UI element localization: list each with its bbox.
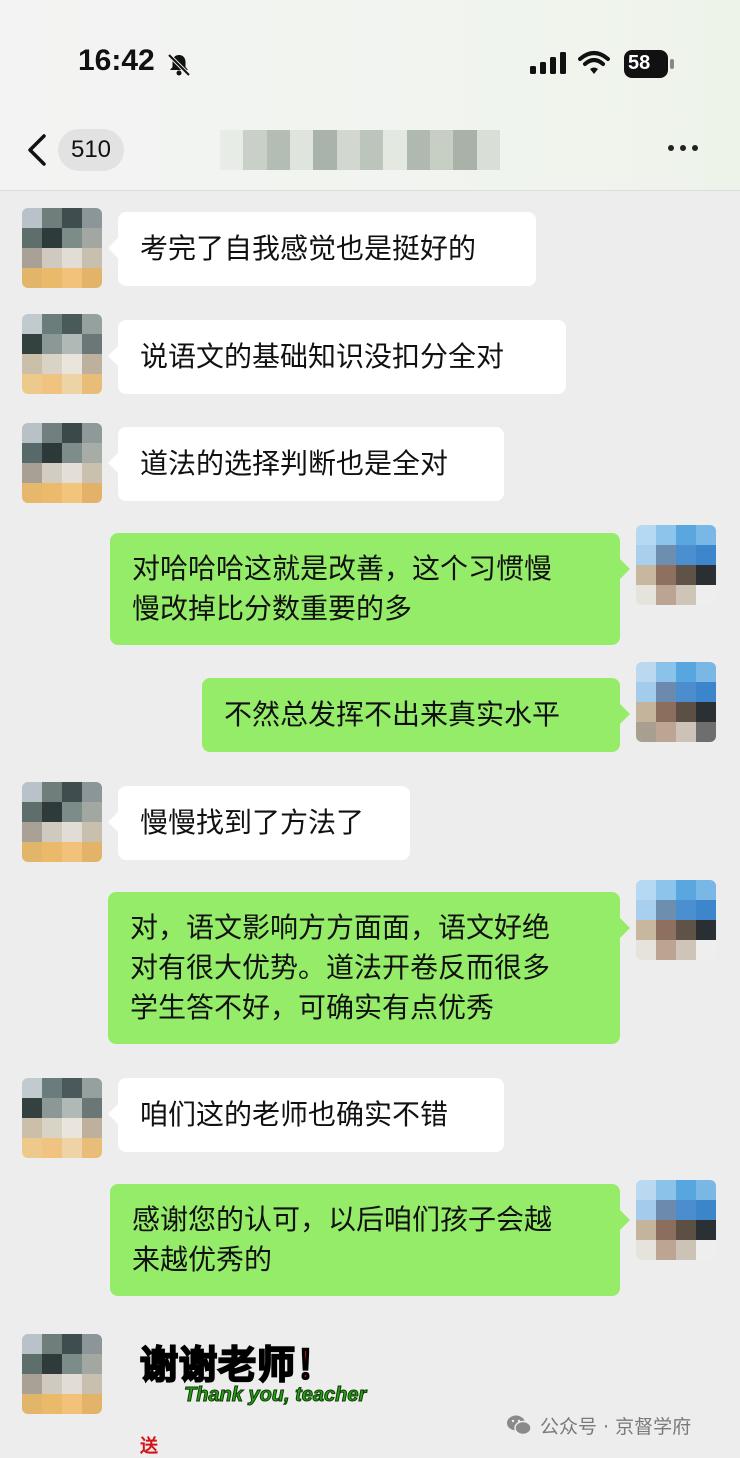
message-text: 对有很大优势。道法开卷反而很多 xyxy=(130,951,551,984)
chat-title-blurred xyxy=(220,130,500,170)
message-bubble-incoming[interactable]: 道法的选择判断也是全对 xyxy=(108,427,504,501)
message-bubble-incoming[interactable]: 说语文的基础知识没扣分全对 xyxy=(108,320,566,394)
sticker-thank-you-teacher[interactable]: 谢谢老师！ xyxy=(139,1334,335,1389)
sticker-tag: 送 xyxy=(140,1436,158,1457)
message-bubble-incoming[interactable]: 慢慢找到了方法了 xyxy=(108,786,410,860)
sticker-caption: Thank you, teacher xyxy=(183,1384,367,1407)
message-text: 学生答不好，可确实有点优秀 xyxy=(130,991,495,1024)
status-time: 16:42 xyxy=(78,44,155,77)
avatar[interactable] xyxy=(22,314,102,394)
wifi-icon xyxy=(578,51,610,74)
message-bubble-outgoing[interactable]: 不然总发挥不出来真实水平 xyxy=(202,678,630,752)
message-bubble-outgoing[interactable]: 对哈哈哈这就是改善，这个习惯慢 慢改掉比分数重要的多 xyxy=(110,533,630,645)
message-text: 对哈哈哈这就是改善，这个习惯慢 xyxy=(132,552,553,585)
watermark-text: 公众号 · 京督学府 xyxy=(540,1415,692,1438)
message-bubble-incoming[interactable]: 咱们这的老师也确实不错 xyxy=(108,1078,504,1152)
message-text: 来越优秀的 xyxy=(132,1243,273,1276)
more-dots-icon[interactable] xyxy=(668,140,708,156)
message-text: 咱们这的老师也确实不错 xyxy=(140,1098,449,1131)
message-bubble-outgoing[interactable]: 对，语文影响方方面面，语文好绝 对有很大优势。道法开卷反而很多 学生答不好，可确… xyxy=(108,892,630,1044)
battery-level: 58 xyxy=(628,52,651,74)
message-text: 说语文的基础知识没扣分全对 xyxy=(140,340,505,373)
avatar[interactable] xyxy=(636,880,716,960)
message-text: 不然总发挥不出来真实水平 xyxy=(224,698,561,731)
avatar[interactable] xyxy=(22,1334,102,1414)
back-chevron-icon[interactable] xyxy=(22,132,52,168)
avatar[interactable] xyxy=(22,208,102,288)
message-bubble-outgoing[interactable]: 感谢您的认可，以后咱们孩子会越 来越优秀的 xyxy=(110,1184,630,1296)
avatar[interactable] xyxy=(636,662,716,742)
mute-bell-icon xyxy=(167,53,191,77)
signal-icon xyxy=(530,52,566,74)
avatar[interactable] xyxy=(636,1180,716,1260)
message-text: 感谢您的认可，以后咱们孩子会越 xyxy=(132,1203,553,1236)
message-text: 慢改掉比分数重要的多 xyxy=(132,592,413,625)
message-text: 对，语文影响方方面面，语文好绝 xyxy=(130,911,551,944)
message-text: 道法的选择判断也是全对 xyxy=(140,447,449,480)
wechat-icon xyxy=(507,1415,532,1436)
message-text: 考完了自我感觉也是挺好的 xyxy=(140,232,477,265)
message-text: 慢慢找到了方法了 xyxy=(140,806,365,839)
unread-count-badge[interactable]: 510 xyxy=(58,129,124,171)
message-bubble-incoming[interactable]: 考完了自我感觉也是挺好的 xyxy=(108,212,536,286)
avatar[interactable] xyxy=(22,1078,102,1158)
avatar[interactable] xyxy=(22,782,102,862)
chat-header: 510 xyxy=(0,120,740,191)
avatar[interactable] xyxy=(636,525,716,605)
avatar[interactable] xyxy=(22,423,102,503)
watermark: 公众号 · 京督学府 xyxy=(506,1410,691,1440)
status-bar: 16:42 58 xyxy=(0,0,740,120)
